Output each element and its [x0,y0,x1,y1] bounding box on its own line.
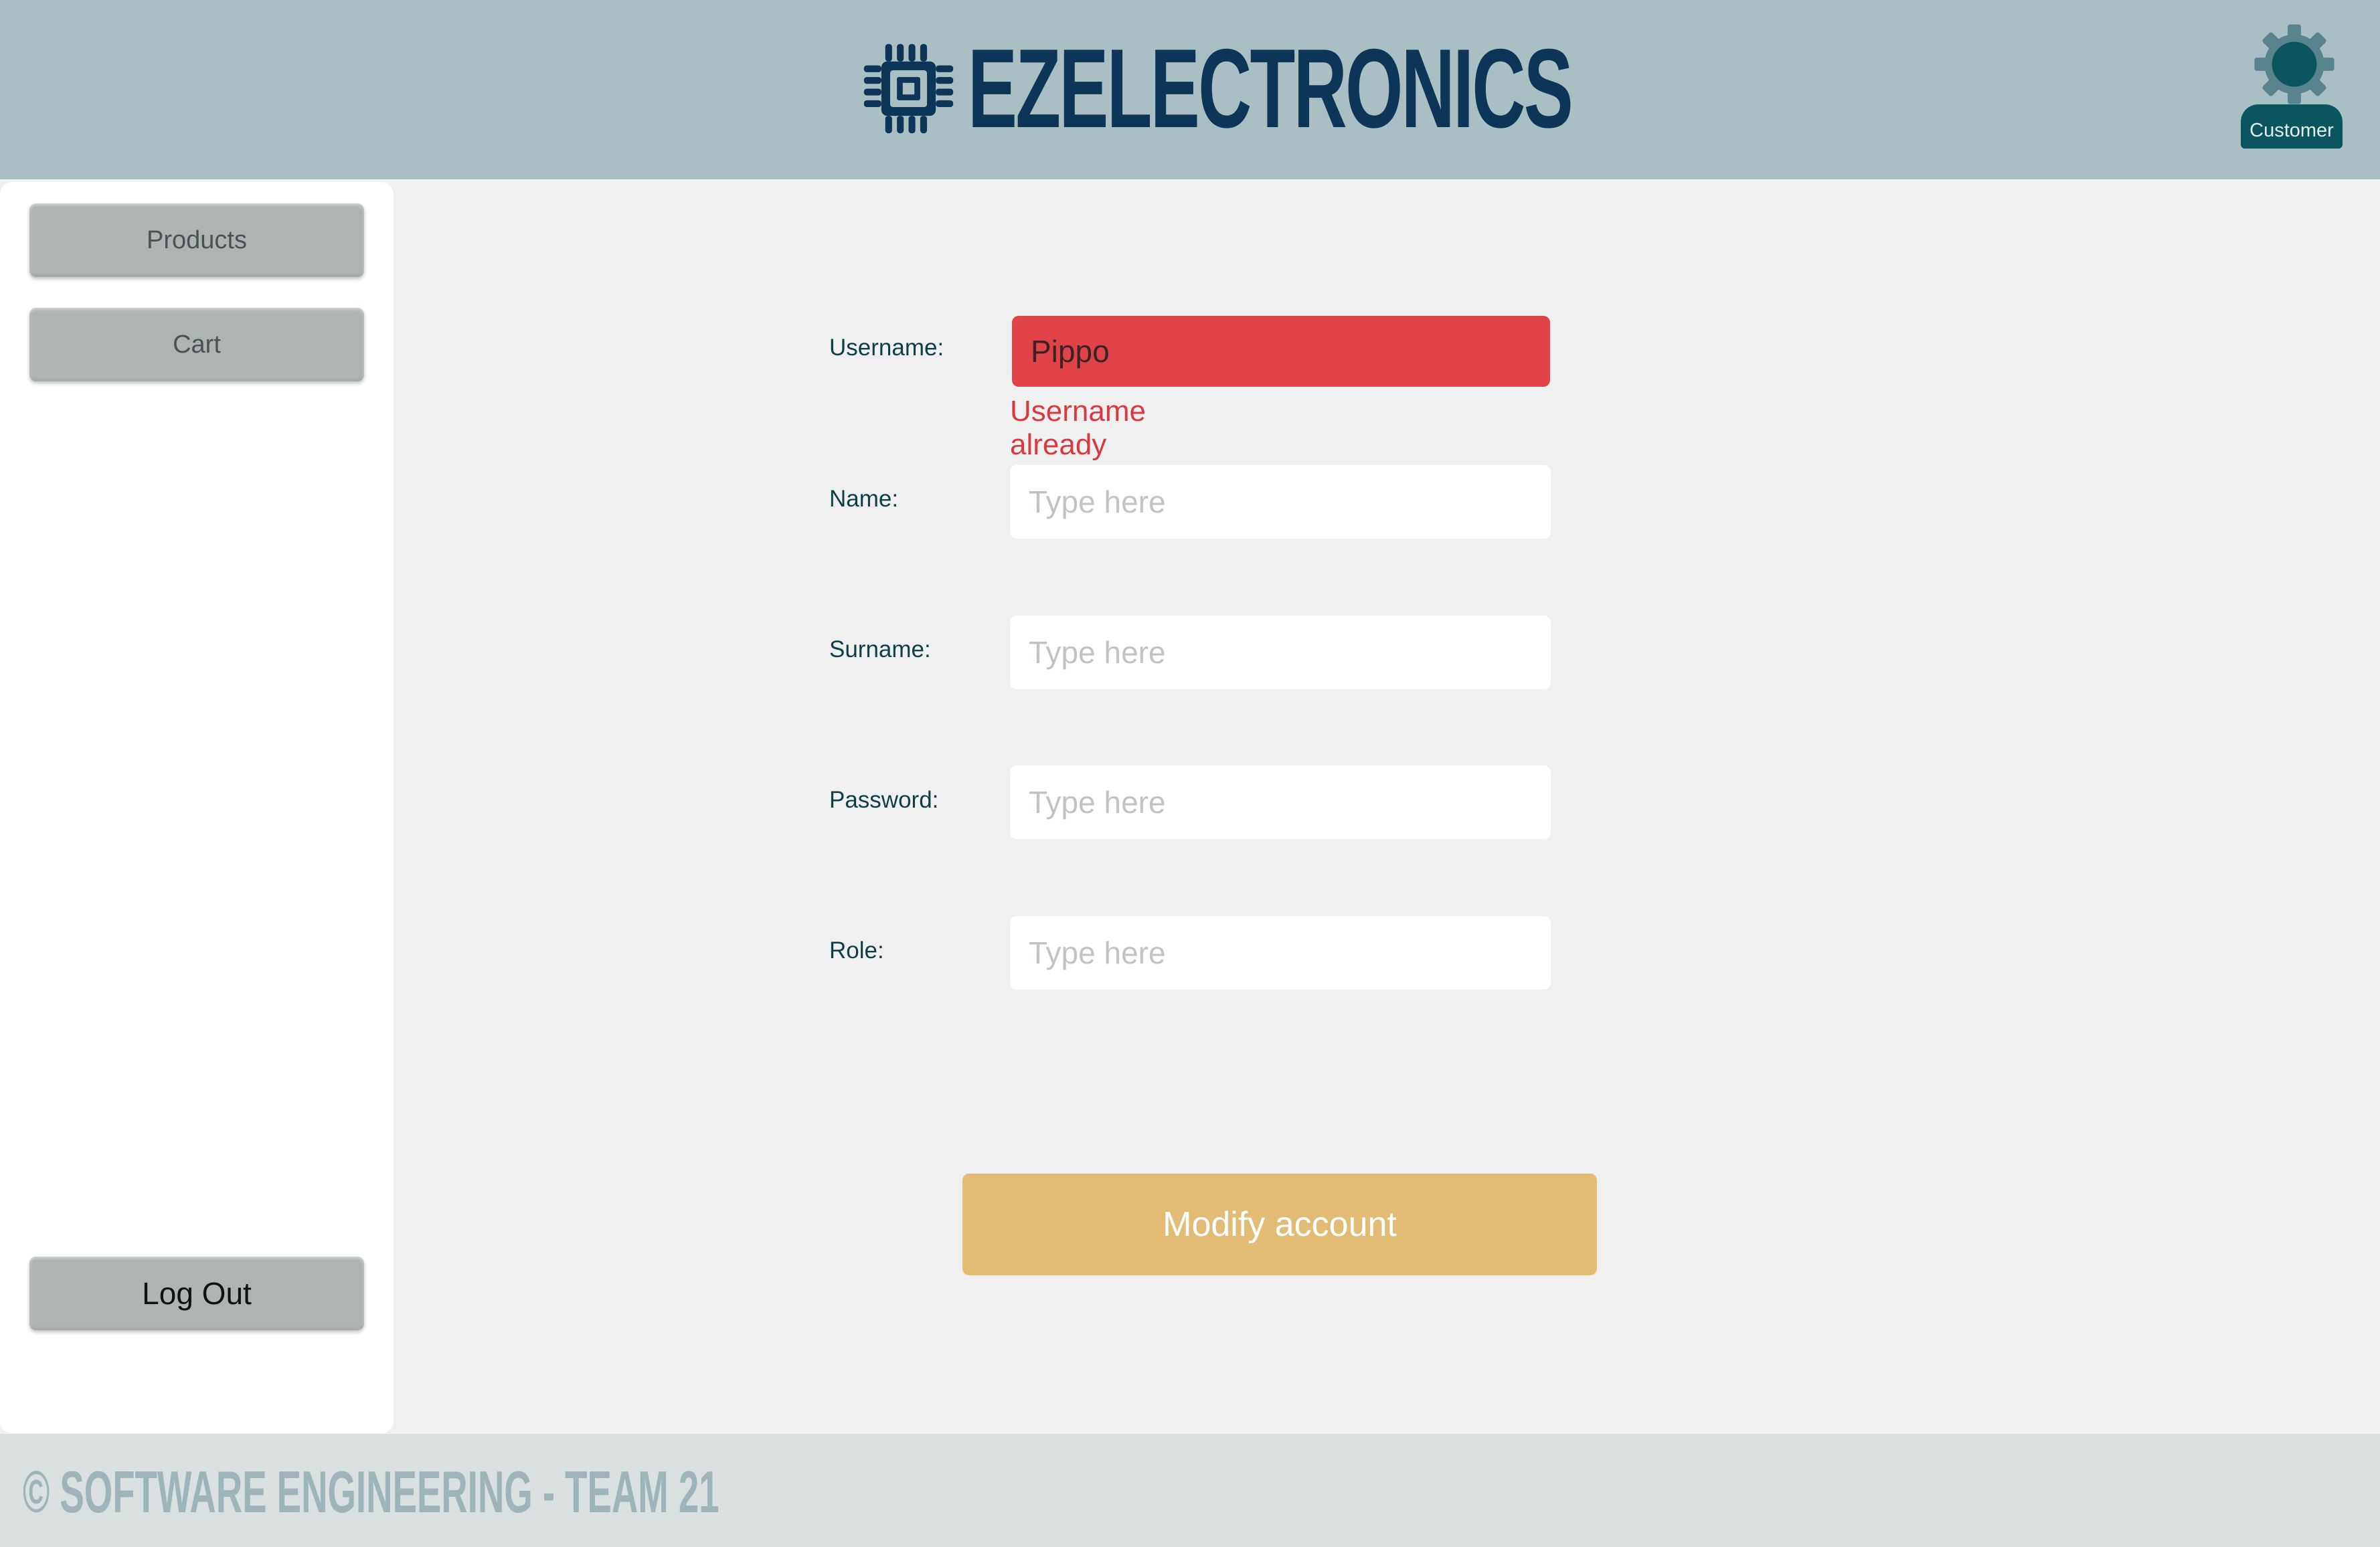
role-label: Role: [829,937,884,964]
sidebar-item-products[interactable]: Products [29,203,364,277]
name-field[interactable] [1010,465,1551,539]
name-label: Name: [829,486,899,512]
password-field[interactable] [1010,765,1551,839]
cpu-chip-icon [863,43,954,133]
role-field[interactable] [1010,916,1551,990]
footer-copyright: © SOFTWARE ENGINEERING - TEAM 21 [23,1459,719,1525]
app-footer: © SOFTWARE ENGINEERING - TEAM 21 [0,1434,2380,1547]
surname-field[interactable] [1010,616,1551,689]
user-role-badge: Customer [2241,104,2343,149]
brand-name: EZELECTRONICS [968,25,1574,151]
password-label: Password: [829,787,939,813]
brand-logo[interactable]: EZELECTRONICS [860,25,1883,151]
modify-account-button[interactable]: Modify account [962,1174,1597,1275]
username-label: Username: [829,335,944,361]
sidebar: Products Cart Log Out [0,182,394,1433]
user-menu[interactable]: Customer [2235,23,2349,150]
app-header: EZELECTRONICS Customer [0,0,2380,179]
username-field[interactable] [1012,316,1550,387]
sidebar-item-cart[interactable]: Cart [29,308,364,381]
gear-icon [2254,24,2334,104]
surname-label: Surname: [829,636,931,662]
logout-button[interactable]: Log Out [29,1257,364,1330]
